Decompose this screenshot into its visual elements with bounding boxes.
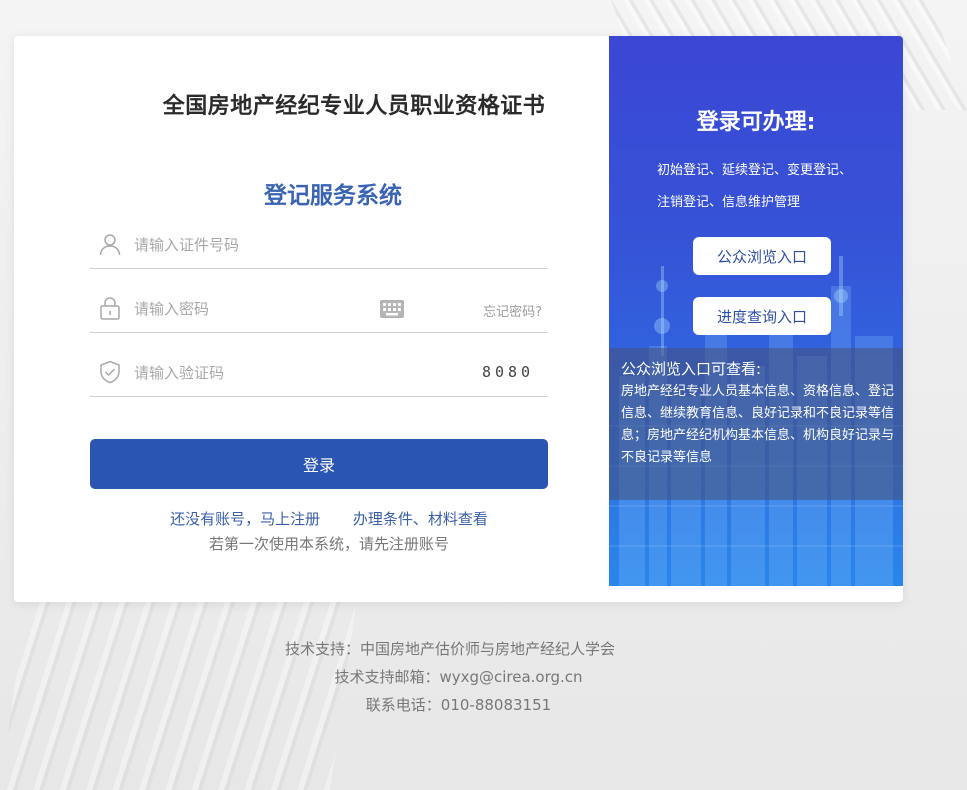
footer-email: 技术支持邮箱：wyxg@cirea.org.cn [334,668,583,686]
public-browse-button[interactable]: 公众浏览入口 [693,237,831,275]
certificate-title: 全国房地产经纪专业人员职业资格证书 [162,94,546,119]
keyboard-icon[interactable] [380,300,404,318]
id-number-input[interactable] [132,232,396,258]
first-use-hint: 若第一次使用本系统，请先注册账号 [208,535,449,553]
footer-phone: 联系电话：010-88083151 [365,696,552,714]
login-card: 全国房地产经纪专业人员职业资格证书 登记服务系统 请输入证件号码 忘记密码? 请… [14,36,903,602]
id-number-field [90,222,548,269]
password-field: 忘记密码? [90,286,548,333]
info-text: 房地产经纪专业人员基本信息、资格信息、登记信息、继续教育信息、良好记录和不良记录… [621,384,895,465]
captcha-field: 8080 [90,350,548,397]
shield-check-icon [98,360,122,384]
side-panel: 登录可办理: 初始登记、延续登记、变更登记、 注销登记、信息维护管理 公众浏览入… [609,36,903,586]
captcha-input[interactable] [132,360,396,386]
password-input[interactable] [132,296,396,322]
conditions-link[interactable]: 办理条件、材料查看 [353,510,488,528]
side-panel-title: 登录可办理: [696,110,816,135]
login-button[interactable]: 登录 [90,439,548,489]
login-panel: 全国房地产经纪专业人员职业资格证书 登记服务系统 请输入证件号码 忘记密码? 请… [14,36,609,602]
footer-support: 技术支持：中国房地产估价师与房地产经纪人学会 [284,640,615,658]
forgot-password-link[interactable]: 忘记密码? [483,301,542,320]
progress-query-button[interactable]: 进度查询入口 [693,297,831,335]
services-line-2: 注销登记、信息维护管理 [657,195,801,210]
services-line-1: 初始登记、延续登记、变更登记、 [657,163,853,178]
auxiliary-links: 还没有账号，马上注册 办理条件、材料查看 [14,508,644,529]
register-link[interactable]: 还没有账号，马上注册 [170,510,320,528]
lock-icon [98,296,122,320]
user-icon [98,232,122,256]
info-heading: 公众浏览入口可查看: [621,360,762,378]
public-browse-info-box: 公众浏览入口可查看: 房地产经纪专业人员基本信息、资格信息、登记信息、继续教育信… [609,348,903,500]
captcha-image[interactable]: 8080 [458,356,558,388]
system-title: 登记服务系统 [264,183,402,209]
